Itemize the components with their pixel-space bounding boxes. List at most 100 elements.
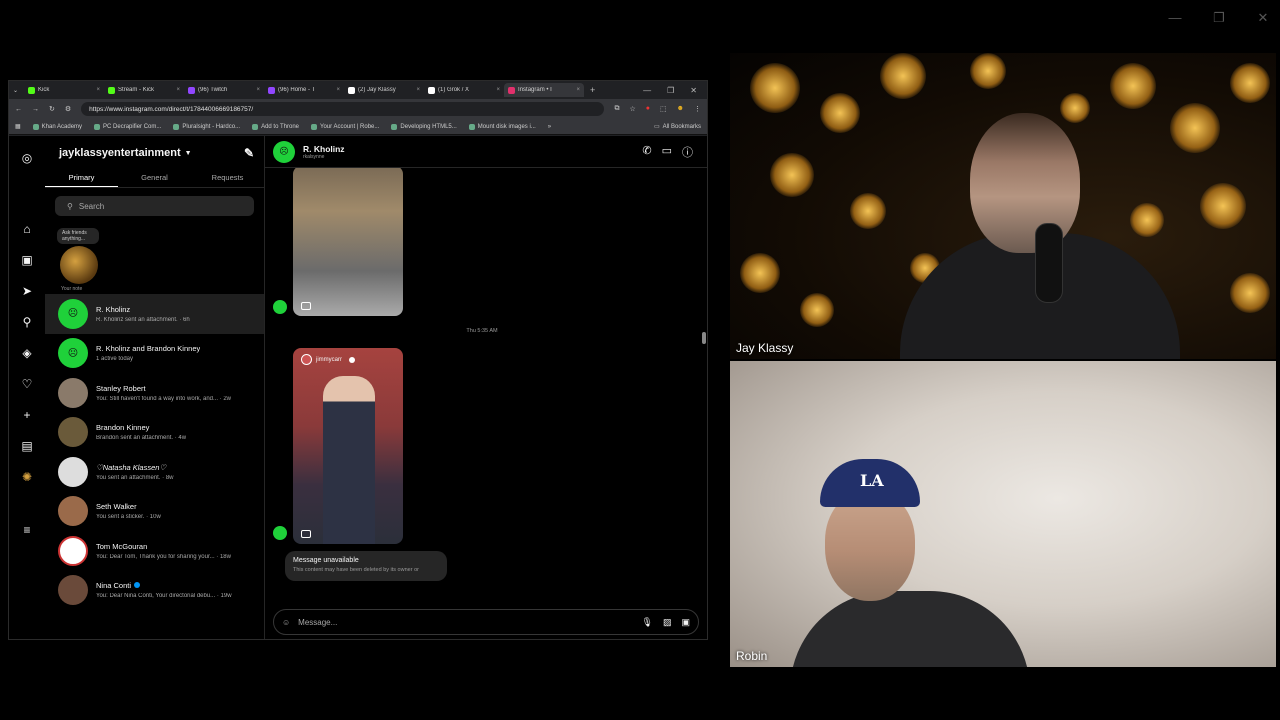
account-switcher[interactable]: jayklassyentertainment ▼ ✎ [45, 136, 264, 170]
reload-icon[interactable]: ↻ [49, 105, 55, 113]
bookmark-label: PC Decrapifier Com... [103, 123, 162, 130]
minimize-icon[interactable]: — [1166, 10, 1184, 26]
restore-icon[interactable]: ❐ [1210, 10, 1228, 26]
search-icon[interactable]: ⚲ [9, 306, 45, 337]
sticker-icon[interactable]: ▣ [681, 617, 690, 628]
forward-icon[interactable]: → [32, 106, 39, 113]
tab-close-icon[interactable]: × [97, 87, 101, 93]
message-input[interactable]: ☺ Message... 🎙︎ ▨ ▣ [273, 609, 699, 635]
bookmark-item[interactable]: Your Account | Robe... [311, 123, 379, 130]
your-note[interactable]: Ask friends anything... Your note [45, 224, 264, 294]
bookmark-item[interactable]: Developing HTML5... [391, 123, 457, 130]
reel-person-figure [323, 376, 375, 544]
reels-icon[interactable]: ▣ [9, 244, 45, 275]
list-item[interactable]: Tom McGouran You: Dear Tom, Thank you for… [45, 531, 264, 571]
list-item[interactable]: Seth Walker You sent a sticker. · 10w [45, 492, 264, 532]
list-item[interactable]: Nina Conti You: Dear Nina Conti, Your dir… [45, 571, 264, 611]
tab-primary[interactable]: Primary [45, 170, 118, 187]
close-icon[interactable]: ✕ [1254, 10, 1272, 26]
more-menu-icon[interactable]: ≡ [9, 514, 45, 545]
chat-title[interactable]: R. Kholinz rkalsynne [303, 144, 345, 160]
search-input[interactable]: ⚲ Search [55, 196, 254, 216]
shared-reel-thumbnail[interactable]: jimmycarr [293, 348, 403, 544]
avatar[interactable]: ☹ [273, 140, 295, 163]
info-icon[interactable]: ⓘ [682, 144, 693, 160]
search-placeholder: Search [78, 201, 105, 211]
install-icon[interactable]: ⧉ [614, 105, 619, 113]
new-tab-icon[interactable]: + [590, 85, 595, 95]
home-icon[interactable]: ⌂ [9, 213, 45, 244]
create-plus-icon[interactable]: + [9, 399, 45, 430]
new-message-icon[interactable]: ✎ [244, 146, 254, 160]
tab-twitch[interactable]: (96) Twitch × [184, 83, 264, 97]
site-info-icon[interactable]: ⚙ [65, 105, 71, 113]
tab-label: (1) Grok / X [438, 87, 470, 93]
tab-kick[interactable]: Kick × [24, 83, 104, 97]
tab-label: Kick [38, 87, 50, 93]
tab-close-icon[interactable]: × [177, 87, 181, 93]
folder-icon: ▭ [653, 124, 660, 130]
tab-stream-kick[interactable]: Stream - Kick × [104, 83, 184, 97]
la-cap: LA [820, 459, 920, 507]
bookmark-favicon [32, 123, 39, 130]
scrollbar[interactable] [701, 172, 707, 595]
tab-instagram[interactable]: Instagram • I × [504, 83, 585, 97]
message-thread: Thu 5:35 AM jimmycarr Message unavailabl… [265, 168, 699, 597]
profile-icon[interactable]: ☻ [677, 105, 684, 113]
all-bookmarks[interactable]: ▭ All Bookmarks [653, 123, 701, 131]
tab-x-jay[interactable]: (2) Jay Klassy × [344, 83, 424, 97]
list-item[interactable]: Brandon Kinney Brandon sent an attachment… [45, 413, 264, 453]
video-call-icon[interactable]: ▭ [662, 144, 672, 160]
back-icon[interactable]: ← [15, 106, 22, 113]
explore-icon[interactable]: ◈ [9, 337, 45, 368]
notifications-heart-icon[interactable]: ♡ [9, 368, 45, 399]
profile-avatar-icon[interactable]: ✺ [9, 461, 45, 492]
apps-grid-icon[interactable]: ▦ [15, 123, 21, 130]
microphone-icon[interactable]: 🎙︎ [642, 617, 653, 628]
tab-close-icon[interactable]: × [497, 87, 501, 93]
minimize-icon[interactable]: — [643, 86, 651, 95]
close-icon[interactable]: ✕ [690, 86, 697, 95]
restore-icon[interactable]: ❐ [667, 86, 674, 95]
list-item[interactable]: ☹ R. Kholinz and Brandon Kinney 1 active … [45, 334, 264, 374]
scrollbar-thumb[interactable] [702, 332, 706, 344]
menu-kebab-icon[interactable]: ⋮ [694, 105, 701, 113]
extension-red-icon[interactable]: ● [646, 105, 650, 113]
bookmark-item[interactable]: PC Decrapifier Com... [94, 123, 162, 130]
bookmark-item[interactable]: Mount disk images i... [468, 123, 536, 130]
list-item[interactable]: ☹ R. Kholinz R. Kholinz sent an attachmen… [45, 294, 264, 334]
bookmark-star-icon[interactable]: ☆ [629, 105, 635, 113]
list-item[interactable]: ♡Natasha Klassen♡ You sent an attachment.… [45, 452, 264, 492]
bokeh-light [1230, 63, 1270, 103]
instagram-logo-icon[interactable]: ◎ [9, 142, 45, 173]
tab-close-icon[interactable]: × [257, 87, 261, 93]
bookmark-favicon [173, 123, 180, 130]
bookmark-item[interactable]: Pluralsight - Hardco... [173, 123, 240, 130]
tab-close-icon[interactable]: × [337, 87, 341, 93]
tab-requests[interactable]: Requests [191, 170, 264, 187]
shared-reel-thumbnail[interactable] [293, 168, 403, 316]
emoji-icon[interactable]: ☺ [282, 618, 290, 627]
tab-close-icon[interactable]: × [577, 87, 581, 93]
url-field[interactable]: https://www.instagram.com/direct/t/17844… [81, 102, 605, 116]
list-item[interactable]: Stanley Robert You: Still haven't found a… [45, 373, 264, 413]
tab-label: Instagram • I [518, 87, 552, 93]
dashboard-icon[interactable]: ▤ [9, 430, 45, 461]
streamer-jay [890, 103, 1190, 359]
tab-close-icon[interactable]: × [417, 87, 421, 93]
tab-twitch-home[interactable]: (96) Home - T × [264, 83, 344, 97]
extensions-icon[interactable]: ⬚ [660, 105, 667, 113]
more-bookmarks-icon[interactable]: » [548, 124, 551, 130]
avatar: ☹ [58, 298, 88, 329]
bookmark-item[interactable]: Add to Throne [252, 123, 299, 130]
chat-header: ☹ R. Kholinz rkalsynne ✆ ▭ ⓘ [265, 136, 707, 168]
tab-grok[interactable]: (1) Grok / X × [424, 83, 504, 97]
phone-call-icon[interactable]: ✆ [642, 144, 651, 160]
image-icon[interactable]: ▨ [663, 617, 672, 628]
tab-search-icon[interactable]: ⌄ [13, 87, 18, 94]
tab-general[interactable]: General [118, 170, 191, 187]
chat-username: rkalsynne [303, 153, 325, 160]
messages-icon[interactable]: ➤ [9, 275, 45, 306]
bookmark-item[interactable]: Khan Academy [32, 123, 82, 130]
bookmark-label: Mount disk images i... [477, 123, 536, 130]
